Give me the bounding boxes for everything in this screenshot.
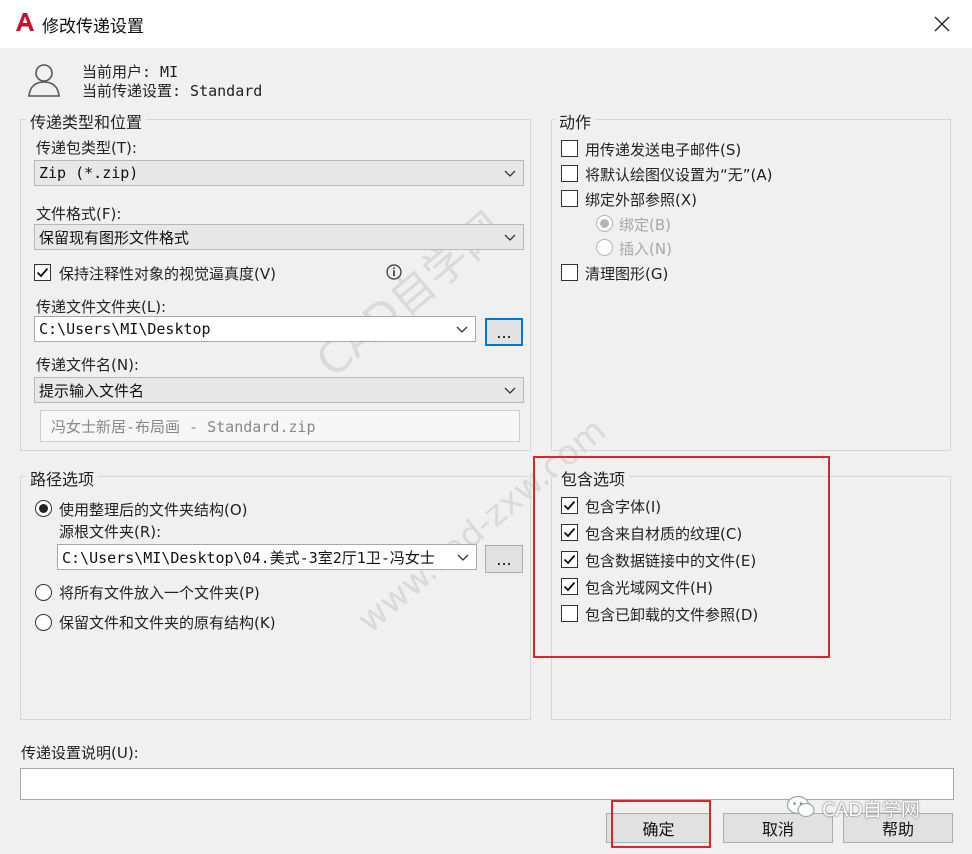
bind-xref-label: 绑定外部参照(X) xyxy=(585,191,697,209)
include-datalink-checkbox[interactable] xyxy=(561,551,578,568)
folder-label: 传递文件文件夹(L): xyxy=(36,298,167,316)
checkmark-icon xyxy=(36,267,49,278)
close-icon xyxy=(934,16,950,32)
info-icon[interactable] xyxy=(386,264,402,280)
folder-value: C:\Users\MI\Desktop xyxy=(39,320,211,338)
filename-value: 提示输入文件名 xyxy=(39,381,145,400)
current-user: 当前用户: MI xyxy=(82,63,179,81)
single-folder-radio[interactable] xyxy=(35,584,52,601)
chevron-down-icon xyxy=(504,387,516,394)
wechat-watermark-text: CAD自学网 xyxy=(822,799,920,821)
file-format-dropdown[interactable]: 保留现有图形文件格式 xyxy=(34,224,524,250)
keep-structure-radio[interactable] xyxy=(35,614,52,631)
folder-browse-button[interactable]: ... xyxy=(485,318,523,346)
close-button[interactable] xyxy=(922,6,962,42)
autocad-logo-icon xyxy=(14,11,36,33)
package-type-dropdown[interactable]: Zip (*.zip) xyxy=(34,160,524,186)
title-bar: 修改传递设置 xyxy=(0,0,972,48)
filename-label: 传递文件名(N): xyxy=(36,356,139,374)
organized-folder-label: 使用整理后的文件夹结构(O) xyxy=(59,501,248,519)
checkmark-icon xyxy=(563,581,576,592)
email-label: 用传递发送电子邮件(S) xyxy=(585,141,742,159)
window-title: 修改传递设置 xyxy=(42,17,144,37)
description-label: 传递设置说明(U): xyxy=(21,744,139,762)
chevron-down-icon xyxy=(457,554,469,561)
default-plotter-label: 将默认绘图仪设置为“无”(A) xyxy=(585,166,773,184)
purge-label: 清理图形(G) xyxy=(585,265,669,283)
bind-radio-label: 绑定(B) xyxy=(619,216,671,234)
include-unloaded-xref-label: 包含已卸载的文件参照(D) xyxy=(585,606,759,624)
actions-group-label: 动作 xyxy=(555,109,596,133)
user-icon xyxy=(24,60,64,98)
purge-checkbox[interactable] xyxy=(561,264,578,281)
include-unloaded-xref-checkbox[interactable] xyxy=(561,605,578,622)
checkmark-icon xyxy=(563,500,576,511)
include-fonts-label: 包含字体(I) xyxy=(585,498,662,516)
single-folder-label: 将所有文件放入一个文件夹(P) xyxy=(59,584,260,602)
file-format-label: 文件格式(F): xyxy=(36,205,122,223)
include-photometric-checkbox[interactable] xyxy=(561,578,578,595)
bind-xref-checkbox[interactable] xyxy=(561,190,578,207)
include-photometric-label: 包含光域网文件(H) xyxy=(585,579,713,597)
chevron-down-icon xyxy=(504,170,516,177)
keep-structure-label: 保留文件和文件夹的原有结构(K) xyxy=(59,614,276,632)
filename-preview-text: 冯女士新居-布局画 - Standard.zip xyxy=(51,417,316,436)
filename-preview: 冯女士新居-布局画 - Standard.zip xyxy=(40,410,520,442)
organized-folder-radio[interactable] xyxy=(35,500,52,517)
source-root-browse-button[interactable]: ... xyxy=(485,545,523,573)
insert-radio-label: 插入(N) xyxy=(619,240,672,258)
insert-radio[interactable] xyxy=(596,239,613,256)
current-setting: 当前传递设置: Standard xyxy=(82,82,263,100)
filename-dropdown[interactable]: 提示输入文件名 xyxy=(34,377,524,403)
cancel-button[interactable]: 取消 xyxy=(723,813,833,843)
email-checkbox[interactable] xyxy=(561,140,578,157)
path-options-group-label: 路径选项 xyxy=(26,466,99,490)
keep-annotative-label: 保持注释性对象的视觉逼真度(V) xyxy=(59,265,276,283)
source-root-input[interactable]: C:\Users\MI\Desktop\04.美式-3室2厅1卫-冯女士 xyxy=(57,544,477,570)
checkmark-icon xyxy=(563,554,576,565)
include-datalink-label: 包含数据链接中的文件(E) xyxy=(585,552,757,570)
keep-annotative-checkbox[interactable] xyxy=(34,264,51,281)
include-textures-label: 包含来自材质的纹理(C) xyxy=(585,525,743,543)
checkmark-icon xyxy=(563,527,576,538)
default-plotter-checkbox[interactable] xyxy=(561,165,578,182)
ok-button[interactable]: 确定 xyxy=(606,813,711,843)
transmittal-group-label: 传递类型和位置 xyxy=(26,109,147,133)
folder-input[interactable]: C:\Users\MI\Desktop xyxy=(34,316,476,342)
wechat-icon xyxy=(786,794,816,820)
package-type-value: Zip (*.zip) xyxy=(39,164,139,182)
include-textures-checkbox[interactable] xyxy=(561,524,578,541)
chevron-down-icon xyxy=(456,326,468,333)
file-format-value: 保留现有图形文件格式 xyxy=(39,228,190,247)
package-type-label: 传递包类型(T): xyxy=(36,139,137,157)
bind-radio[interactable] xyxy=(596,215,613,232)
chevron-down-icon xyxy=(504,234,516,241)
include-options-group-label: 包含选项 xyxy=(557,466,630,490)
source-root-value: C:\Users\MI\Desktop\04.美式-3室2厅1卫-冯女士 xyxy=(62,548,435,567)
include-fonts-checkbox[interactable] xyxy=(561,497,578,514)
source-root-label: 源根文件夹(R): xyxy=(59,523,162,541)
